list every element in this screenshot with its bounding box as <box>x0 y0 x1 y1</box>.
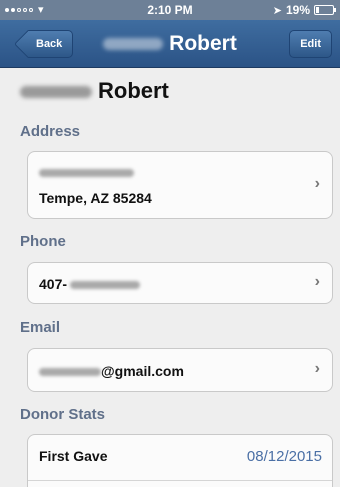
phone-prefix: 407- <box>39 276 68 292</box>
email-card[interactable]: @gmail.com › <box>27 348 333 392</box>
address-section-title: Address <box>20 123 81 140</box>
contact-name: Robert <box>20 78 169 104</box>
donor-stats-section-title: Donor Stats <box>20 406 106 423</box>
first-gave-value: 08/12/2015 <box>246 448 322 465</box>
location-arrow-icon: ➤ <box>272 4 282 17</box>
address-line-2: Tempe, AZ 85284 <box>39 190 152 206</box>
nav-title: Robert <box>80 32 260 56</box>
status-right: ➤ 19% <box>272 3 336 17</box>
battery-percent: 19% <box>285 3 310 17</box>
email-address: @gmail.com <box>39 363 184 379</box>
phone-section-title: Phone <box>20 233 66 250</box>
edit-button-label: Edit <box>300 38 321 50</box>
contact-detail: Robert Address Tempe, AZ 85284 › Phone 4… <box>0 68 340 487</box>
navigation-bar: Back Robert Edit <box>0 20 340 68</box>
phone-number: 407- <box>39 276 141 292</box>
redacted-email-user <box>39 368 101 377</box>
chevron-right-icon: › <box>314 175 320 192</box>
address-card[interactable]: Tempe, AZ 85284 › <box>27 151 333 219</box>
redacted-phone <box>70 281 141 290</box>
back-button-label: Back <box>36 38 63 50</box>
email-suffix: @gmail.com <box>101 363 184 379</box>
edit-button[interactable]: Edit <box>289 30 332 58</box>
address-line-1 <box>39 164 134 180</box>
redacted-surname <box>103 38 164 51</box>
contact-name-text: Robert <box>98 78 169 103</box>
chevron-right-icon: › <box>314 273 320 290</box>
row-divider <box>28 480 332 481</box>
battery-level <box>316 7 320 13</box>
redacted-surname <box>20 86 92 99</box>
phone-card[interactable]: 407- › <box>27 262 333 304</box>
donor-stats-card: First Gave 08/12/2015 <box>27 434 333 487</box>
redacted-street <box>39 169 134 178</box>
first-gave-label: First Gave <box>39 448 108 464</box>
battery-icon <box>314 5 336 15</box>
chevron-right-icon: › <box>314 360 320 377</box>
back-button[interactable]: Back <box>28 30 74 58</box>
email-section-title: Email <box>20 319 61 336</box>
nav-title-text: Robert <box>169 32 237 55</box>
status-bar: ▾ 2:10 PM ➤ 19% <box>0 0 340 20</box>
